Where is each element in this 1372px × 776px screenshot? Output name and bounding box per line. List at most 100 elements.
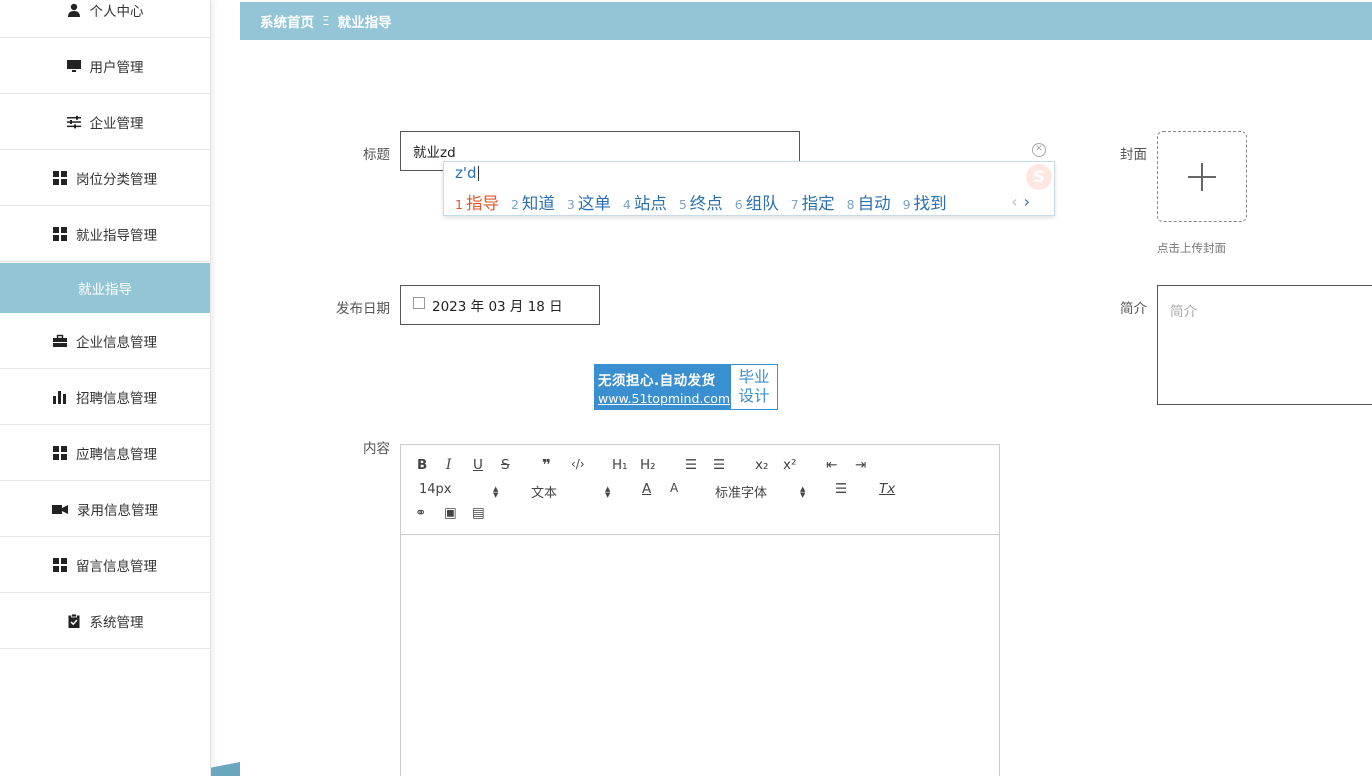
intro-textarea[interactable]: 简介 <box>1157 285 1372 405</box>
sidebar-item-label: 企业信息管理 <box>76 334 157 351</box>
bar-chart-icon <box>53 390 67 404</box>
image-button[interactable]: ▣ <box>444 505 457 521</box>
clear-icon[interactable]: ✕ <box>1032 143 1046 157</box>
title-label: 标题 <box>363 147 390 163</box>
align-button[interactable]: ☰ <box>835 481 847 497</box>
sidebar-item-enterprise-management[interactable]: 企业管理 <box>0 94 210 150</box>
ime-candidate[interactable]: 4 站点 <box>623 190 667 214</box>
content-label: 内容 <box>363 441 390 457</box>
ad-banner[interactable]: 无须担心.自动发货 www.51topmind.com 毕业 设计 <box>594 364 778 410</box>
sidebar-item-recruitment-info[interactable]: 招聘信息管理 <box>0 369 210 425</box>
superscript-button[interactable]: x² <box>783 457 796 473</box>
ime-candidates: 1 指导 2 知道 3 这单 4 站点 5 终点 6 组队 7 指定 8 自动 9 找到 <box>455 190 959 214</box>
corner-decoration <box>211 762 240 776</box>
sidebar-item-guidance-management[interactable]: 就业指导管理 <box>0 206 210 262</box>
background-color-button[interactable]: A <box>670 481 678 495</box>
grid-icon <box>53 557 67 572</box>
italic-button[interactable]: I <box>446 457 451 473</box>
h2-button[interactable]: H₂ <box>640 457 656 473</box>
sidebar-item-label: 留言信息管理 <box>76 558 157 575</box>
cover-upload[interactable] <box>1157 131 1247 222</box>
cover-upload-hint: 点击上传封面 <box>1157 241 1226 255</box>
ime-candidate[interactable]: 5 终点 <box>679 190 723 214</box>
date-value: 2023 年 03 月 18 日 <box>432 299 563 315</box>
font-color-button[interactable]: A <box>642 481 651 497</box>
sidebar-item-application-info[interactable]: 应聘信息管理 <box>0 425 210 481</box>
ordered-list-button[interactable]: ☰ <box>685 457 697 473</box>
date-input[interactable]: 2023 年 03 月 18 日 <box>400 285 600 325</box>
sidebar: 个人中心 用户管理 企业管理 岗位分类管理 就业指导管理 就业指导 企业信息管理… <box>0 0 211 776</box>
sidebar-item-user-management[interactable]: 用户管理 <box>0 38 210 94</box>
sidebar-item-label: 录用信息管理 <box>77 502 158 519</box>
sidebar-item-guidance[interactable]: 就业指导 <box>0 263 210 313</box>
breadcrumb-current: 就业指导 <box>337 15 392 31</box>
sidebar-item-message-info[interactable]: 留言信息管理 <box>0 537 210 593</box>
sidebar-item-label: 企业管理 <box>89 115 144 132</box>
grid-icon <box>53 445 67 460</box>
link-button[interactable]: ⚭ <box>415 505 426 521</box>
plus-icon <box>1188 162 1216 191</box>
sidebar-item-label: 个人中心 <box>89 4 144 20</box>
briefcase-icon <box>53 334 67 348</box>
select-arrow-icon: ▲ ▼ <box>493 485 499 499</box>
sidebar-item-job-category[interactable]: 岗位分类管理 <box>0 150 210 206</box>
code-button[interactable]: ‹/› <box>571 457 585 471</box>
ad-banner-right: 毕业 设计 <box>730 364 778 410</box>
ime-candidate[interactable]: 8 自动 <box>847 190 891 214</box>
sidebar-item-company-info[interactable]: 企业信息管理 <box>0 313 210 369</box>
ime-candidate[interactable]: 9 找到 <box>903 190 947 214</box>
sidebar-item-system-management[interactable]: 系统管理 <box>0 593 210 649</box>
bullet-list-button[interactable]: ☰ <box>713 457 725 473</box>
format-select[interactable]: 文本 ▲ ▼ <box>531 482 621 502</box>
sidebar-item-label: 就业指导 <box>78 282 132 298</box>
sidebar-item-personal-center[interactable]: 个人中心 <box>0 0 210 38</box>
font-family-value: 标准字体 <box>715 486 768 501</box>
ime-candidate[interactable]: 7 指定 <box>791 190 835 214</box>
sidebar-item-hire-info[interactable]: 录用信息管理 <box>0 481 210 537</box>
font-size-select[interactable]: 14px ▲ ▼ <box>419 482 509 499</box>
ad-line2: www.51topmind.com <box>598 391 731 406</box>
ime-candidate[interactable]: 2 知道 <box>511 190 555 214</box>
camera-icon <box>52 502 68 516</box>
bold-button[interactable]: B <box>417 457 427 473</box>
sidebar-item-label: 用户管理 <box>89 59 144 76</box>
ime-prev-icon[interactable]: ‹ <box>1011 192 1017 211</box>
ime-logo-icon: S <box>1026 164 1052 190</box>
sliders-icon <box>66 115 81 129</box>
editor-content-area[interactable] <box>401 535 999 776</box>
rich-text-editor: B I U S ❞ ‹/› H₁ H₂ ☰ ☰ x₂ x² ⇤ ⇥ 14px ▲… <box>400 444 1000 776</box>
ime-candidate[interactable]: 1 指导 <box>455 190 499 214</box>
ime-candidate[interactable]: 3 这单 <box>567 190 611 214</box>
ime-candidate[interactable]: 6 组队 <box>735 190 779 214</box>
ad-line1: 无须担心.自动发货 <box>598 373 716 389</box>
underline-button[interactable]: U <box>473 457 483 473</box>
grid-icon <box>53 226 67 241</box>
outdent-button[interactable]: ⇤ <box>826 457 837 473</box>
clipboard-check-icon <box>67 613 81 628</box>
subscript-button[interactable]: x₂ <box>755 457 768 473</box>
ime-composition: z'd <box>455 164 479 182</box>
indent-button[interactable]: ⇥ <box>855 457 866 473</box>
intro-label: 简介 <box>1120 301 1147 317</box>
quote-button[interactable]: ❞ <box>542 456 551 474</box>
grid-icon <box>53 170 67 185</box>
breadcrumb-home[interactable]: 系统首页 <box>260 11 314 31</box>
user-icon <box>67 3 81 17</box>
monitor-icon <box>66 59 81 73</box>
sidebar-item-label: 系统管理 <box>89 614 144 631</box>
video-button[interactable]: ▤ <box>472 505 485 521</box>
sidebar-item-label: 应聘信息管理 <box>76 446 157 463</box>
breadcrumb-separator: Ξ <box>322 14 330 28</box>
ime-next-icon[interactable]: › <box>1024 192 1030 211</box>
ad-right2: 设计 <box>738 387 770 405</box>
strike-button[interactable]: S <box>501 457 510 473</box>
h1-button[interactable]: H₁ <box>612 457 628 473</box>
calendar-icon <box>413 297 425 309</box>
font-family-select[interactable]: 标准字体 ▲ ▼ <box>715 482 810 502</box>
clean-format-button[interactable]: Tx <box>879 481 895 497</box>
ad-right1: 毕业 <box>738 368 770 386</box>
cover-label: 封面 <box>1120 147 1147 163</box>
ime-candidate-popup: z'd 1 指导 2 知道 3 这单 4 站点 5 终点 6 组队 7 指定 8 自动 9 找到 … <box>443 161 1055 216</box>
format-value: 文本 <box>531 486 558 501</box>
font-size-value: 14px <box>419 482 452 497</box>
